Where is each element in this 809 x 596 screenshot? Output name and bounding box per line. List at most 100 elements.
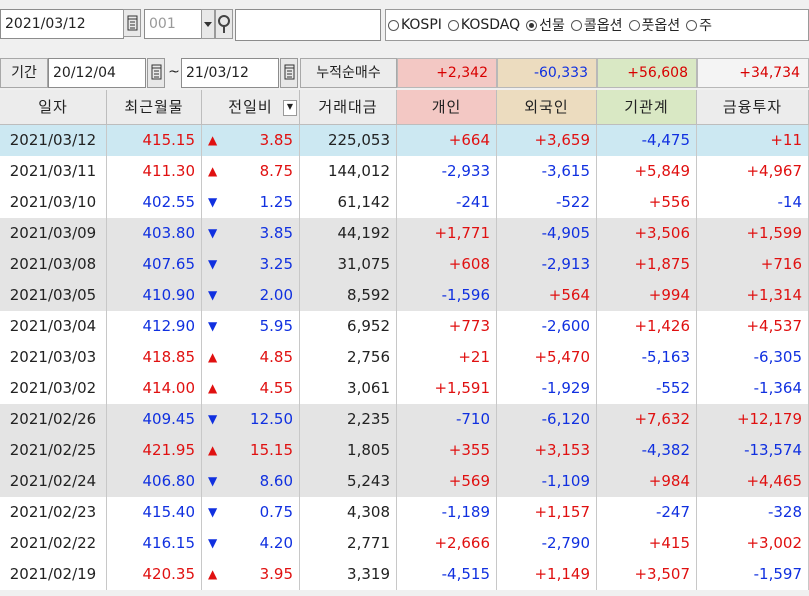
col-price[interactable]: 최근월물: [107, 90, 202, 125]
period-from-calendar-button[interactable]: [147, 58, 165, 88]
cell-institution: +7,632: [597, 404, 697, 435]
change-value: 8.60: [259, 472, 293, 490]
radio-stock[interactable]: 주: [686, 15, 712, 35]
calendar-icon: [284, 64, 294, 80]
table-row[interactable]: 2021/02/22 416.15 ▼ 4.20 2,771 +2,666 -2,790 +4…: [0, 528, 809, 559]
cell-financial: -1,597: [697, 559, 809, 590]
table-row[interactable]: 2021/03/02 414.00 ▲ 4.55 3,061 +1,591 -1,929 -5…: [0, 373, 809, 404]
search-icon: [218, 15, 230, 33]
cell-date: 2021/02/25: [0, 435, 107, 466]
cell-amount: 1,805: [300, 435, 397, 466]
cell-amount: 5,243: [300, 466, 397, 497]
period-label: 기간: [0, 58, 48, 88]
radio-indicator: [447, 19, 459, 31]
col-foreign[interactable]: 외국인: [497, 90, 597, 125]
change-value: 2.00: [259, 286, 293, 304]
cell-institution: +1,875: [597, 249, 697, 280]
up-triangle-icon: ▲: [208, 443, 218, 457]
cell-amount: 144,012: [300, 156, 397, 187]
cell-price: 416.15: [107, 528, 202, 559]
market-radio-group: KOSPI KOSDAQ 선물 콜옵션 풋옵션 주: [385, 9, 809, 41]
cell-individual: +773: [397, 311, 497, 342]
name-display: [235, 9, 381, 41]
table-row[interactable]: 2021/03/12 415.15 ▲ 3.85 225,053 +664 +3,659 -4…: [0, 125, 809, 156]
radio-call-option[interactable]: 콜옵션: [570, 15, 623, 35]
table-row[interactable]: 2021/02/26 409.45 ▼ 12.50 2,235 -710 -6,120 +7,…: [0, 404, 809, 435]
table-row[interactable]: 2021/03/03 418.85 ▲ 4.85 2,756 +21 +5,470 -5,16…: [0, 342, 809, 373]
radio-indicator: [526, 19, 538, 31]
date-input[interactable]: 2021/03/12: [0, 9, 124, 39]
radio-futures[interactable]: 선물: [526, 15, 565, 35]
cell-foreign: -1,929: [497, 373, 597, 404]
table-row[interactable]: 2021/03/11 411.30 ▲ 8.75 144,012 -2,933 -3,615…: [0, 156, 809, 187]
up-triangle-icon: ▲: [208, 164, 218, 178]
change-value: 4.20: [259, 534, 293, 552]
search-button[interactable]: [215, 9, 233, 39]
cell-financial: -14: [697, 187, 809, 218]
radio-label: 풋옵션: [641, 18, 681, 34]
period-to-calendar-button[interactable]: [280, 58, 298, 88]
col-individual[interactable]: 개인: [397, 90, 497, 125]
cell-institution: -247: [597, 497, 697, 528]
change-value: 3.85: [259, 224, 293, 242]
cell-date: 2021/02/19: [0, 559, 107, 590]
cell-change: ▲ 3.95: [202, 559, 300, 590]
radio-label: 선물: [539, 18, 565, 34]
col-change-label: 전일비: [228, 98, 273, 116]
cell-institution: -4,475: [597, 125, 697, 156]
change-value: 15.15: [250, 441, 293, 459]
code-input[interactable]: 001: [144, 9, 202, 39]
cell-change: ▲ 4.85: [202, 342, 300, 373]
cell-individual: -1,596: [397, 280, 497, 311]
down-triangle-icon: ▼: [208, 505, 218, 519]
cell-change: ▼ 12.50: [202, 404, 300, 435]
cell-change: ▼ 5.95: [202, 311, 300, 342]
change-value: 8.75: [259, 162, 293, 180]
col-date[interactable]: 일자: [0, 90, 107, 125]
radio-label: KOSDAQ: [460, 17, 521, 33]
table-row[interactable]: 2021/02/19 420.35 ▲ 3.95 3,319 -4,515 +1,149 +3…: [0, 559, 809, 590]
radio-kospi[interactable]: KOSPI: [388, 17, 442, 33]
radio-kosdaq[interactable]: KOSDAQ: [447, 17, 521, 33]
cell-foreign: -3,615: [497, 156, 597, 187]
cell-financial: +1,314: [697, 280, 809, 311]
code-dropdown-button[interactable]: [201, 9, 215, 39]
cell-individual: -2,933: [397, 156, 497, 187]
calendar-button[interactable]: [123, 9, 141, 37]
cell-foreign: +1,149: [497, 559, 597, 590]
calendar-icon: [127, 15, 137, 31]
table-row[interactable]: 2021/02/23 415.40 ▼ 0.75 4,308 -1,189 +1,157 -2…: [0, 497, 809, 528]
col-financial[interactable]: 금융투자: [697, 90, 809, 125]
cell-date: 2021/03/11: [0, 156, 107, 187]
cell-financial: -1,364: [697, 373, 809, 404]
period-from-input[interactable]: 20/12/04: [48, 58, 146, 88]
radio-put-option[interactable]: 풋옵션: [628, 15, 681, 35]
table-row[interactable]: 2021/03/04 412.90 ▼ 5.95 6,952 +773 -2,600 +1,4…: [0, 311, 809, 342]
period-to-input[interactable]: 21/03/12: [181, 58, 279, 88]
cell-financial: -13,574: [697, 435, 809, 466]
cell-price: 415.40: [107, 497, 202, 528]
table-row[interactable]: 2021/03/05 410.90 ▼ 2.00 8,592 -1,596 +564 +994…: [0, 280, 809, 311]
cell-price: 420.35: [107, 559, 202, 590]
cell-date: 2021/03/02: [0, 373, 107, 404]
up-triangle-icon: ▲: [208, 567, 218, 581]
table-row[interactable]: 2021/02/24 406.80 ▼ 8.60 5,243 +569 -1,109 +984…: [0, 466, 809, 497]
cell-price: 415.15: [107, 125, 202, 156]
table-row[interactable]: 2021/02/25 421.95 ▲ 15.15 1,805 +355 +3,153 -4,…: [0, 435, 809, 466]
cell-change: ▲ 3.85: [202, 125, 300, 156]
cell-foreign: +3,659: [497, 125, 597, 156]
cell-amount: 44,192: [300, 218, 397, 249]
cell-price: 412.90: [107, 311, 202, 342]
cell-amount: 2,756: [300, 342, 397, 373]
change-value: 5.95: [259, 317, 293, 335]
cell-individual: +608: [397, 249, 497, 280]
down-triangle-icon: ▼: [208, 412, 218, 426]
table-row[interactable]: 2021/03/08 407.65 ▼ 3.25 31,075 +608 -2,913 +1,…: [0, 249, 809, 280]
table-row[interactable]: 2021/03/10 402.55 ▼ 1.25 61,142 -241 -522 +556-…: [0, 187, 809, 218]
table-row[interactable]: 2021/03/09 403.80 ▼ 3.85 44,192 +1,771 -4,905 +…: [0, 218, 809, 249]
down-triangle-icon: ▼: [208, 319, 218, 333]
col-institution[interactable]: 기관계: [597, 90, 697, 125]
col-change[interactable]: 전일비 ▼: [202, 90, 300, 125]
sort-dropdown-icon[interactable]: ▼: [283, 100, 297, 116]
col-amount[interactable]: 거래대금: [300, 90, 397, 125]
